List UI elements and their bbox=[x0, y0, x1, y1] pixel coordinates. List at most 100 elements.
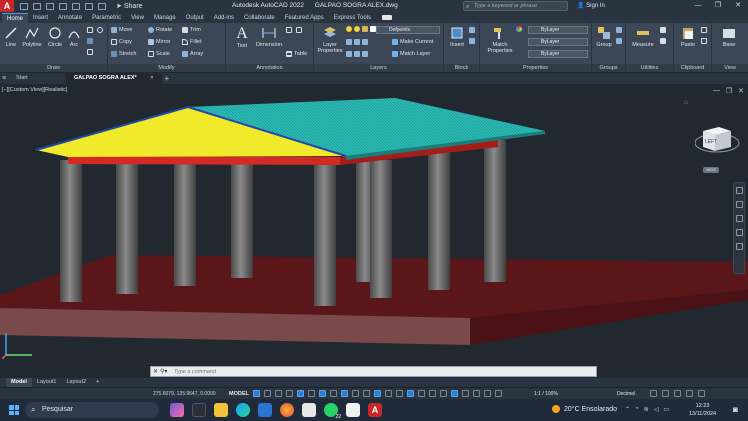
table-button[interactable]: Table bbox=[286, 51, 307, 57]
sign-in-button[interactable]: 👤 Sign In bbox=[577, 2, 605, 9]
tab-galpao-drawing[interactable]: GALPAO SOGRA ALEX* × bbox=[66, 73, 162, 84]
steering-wheel-icon[interactable] bbox=[735, 187, 743, 194]
selection-filter-icon[interactable] bbox=[407, 390, 414, 397]
save-icon[interactable] bbox=[46, 2, 54, 10]
whatsapp-icon[interactable]: 22 bbox=[324, 403, 342, 420]
rotate-button[interactable]: Rotate bbox=[148, 27, 172, 33]
store-icon[interactable] bbox=[258, 403, 272, 417]
color-dropdown[interactable]: ByLayer bbox=[528, 26, 588, 34]
open-icon[interactable] bbox=[33, 2, 41, 10]
outlook-icon[interactable] bbox=[302, 403, 316, 417]
coordinates-readout[interactable]: 275.6079, 135.9647, 0.0000 bbox=[153, 391, 216, 397]
pan-icon[interactable] bbox=[735, 201, 743, 208]
match-properties-tool[interactable]: Match Properties bbox=[484, 26, 516, 54]
plot-icon[interactable] bbox=[72, 2, 80, 10]
restore-viewport-icon[interactable]: ❐ bbox=[726, 87, 732, 95]
ortho-icon[interactable] bbox=[297, 390, 304, 397]
model-space-toggle[interactable]: MODEL bbox=[229, 391, 249, 397]
tab-featured-apps[interactable]: Featured Apps bbox=[280, 13, 329, 23]
tab-collaborate[interactable]: Collaborate bbox=[239, 13, 280, 23]
restore-icon[interactable]: ❐ bbox=[708, 0, 728, 12]
quick-properties-icon[interactable] bbox=[473, 390, 480, 397]
insert-tool[interactable]: Insert bbox=[447, 26, 467, 48]
layer-tools-row2[interactable] bbox=[346, 51, 368, 57]
new-tab-button[interactable]: + bbox=[162, 74, 173, 83]
create-block-icon[interactable] bbox=[469, 27, 475, 33]
close-viewport-icon[interactable]: ✕ bbox=[738, 87, 744, 95]
tab-home[interactable]: Home bbox=[2, 13, 29, 23]
app-icon[interactable] bbox=[346, 403, 360, 417]
layer-tools-row1[interactable] bbox=[346, 39, 368, 45]
ribbon-minimize-toggle[interactable] bbox=[382, 15, 392, 20]
customization-icon[interactable] bbox=[686, 390, 693, 397]
hardware-acceleration-icon[interactable] bbox=[662, 390, 669, 397]
file-explorer-icon[interactable] bbox=[214, 403, 228, 417]
group-tool[interactable]: Group bbox=[594, 26, 614, 48]
tab-add-ins[interactable]: Add-ins bbox=[209, 13, 239, 23]
weather-widget[interactable]: 20°C Ensolarado bbox=[552, 405, 617, 413]
tab-manage[interactable]: Manage bbox=[149, 13, 181, 23]
line-tool[interactable]: Line bbox=[2, 26, 20, 48]
units-icon[interactable] bbox=[462, 390, 469, 397]
redo-icon[interactable] bbox=[98, 2, 106, 10]
copy-button[interactable]: Copy bbox=[111, 39, 132, 45]
snap-icon[interactable] bbox=[264, 390, 271, 397]
windows-start-icon[interactable] bbox=[9, 405, 19, 415]
command-customize-icon[interactable]: ⚲▾ bbox=[160, 368, 174, 375]
file-tabs-menu-icon[interactable]: ≡ bbox=[0, 75, 8, 82]
layer-properties-tool[interactable]: Layer Properties bbox=[316, 26, 344, 54]
lineweight-dropdown[interactable]: ByLayer bbox=[528, 50, 588, 58]
layer-state-icons[interactable] bbox=[346, 26, 376, 32]
circle-tool[interactable]: Circle bbox=[46, 26, 64, 48]
close-tab-icon[interactable]: × bbox=[150, 75, 153, 81]
undo-icon[interactable] bbox=[85, 2, 93, 10]
taskbar-search[interactable]: ⌕ Pesquisar bbox=[25, 402, 159, 418]
trim-button[interactable]: Trim bbox=[182, 27, 201, 33]
cut-icon[interactable] bbox=[701, 27, 707, 33]
base-view-tool[interactable]: Base bbox=[718, 26, 740, 48]
array-button[interactable]: Array bbox=[182, 51, 203, 57]
zoom-icon[interactable] bbox=[735, 215, 743, 222]
new-icon[interactable] bbox=[20, 2, 28, 10]
tab-output[interactable]: Output bbox=[181, 13, 209, 23]
tab-annotate[interactable]: Annotate bbox=[53, 13, 87, 23]
drawing-viewport[interactable]: [−][Custom View][Realistic] — ❐ ✕ ⌂ LEFT… bbox=[0, 84, 748, 378]
draw-panel-title[interactable]: Draw bbox=[0, 64, 107, 72]
match-layer-button[interactable]: Match Layer bbox=[392, 51, 430, 57]
wifi-icon[interactable]: ≋ bbox=[644, 406, 649, 413]
minimize-viewport-icon[interactable]: — bbox=[713, 87, 720, 95]
isodraft-icon[interactable] bbox=[319, 390, 326, 397]
tab-layout2[interactable]: Layout2 bbox=[61, 378, 91, 387]
annotation-scale-dropdown[interactable]: 1:1 / 100% bbox=[534, 391, 558, 397]
transparency-icon[interactable] bbox=[363, 390, 370, 397]
autocad-taskbar-icon[interactable]: A bbox=[368, 403, 382, 417]
block-panel-title[interactable]: Block bbox=[444, 64, 479, 72]
tab-layout1[interactable]: Layout1 bbox=[32, 378, 62, 387]
tab-insert[interactable]: Insert bbox=[28, 13, 53, 23]
leader-icon[interactable] bbox=[286, 27, 292, 33]
autocad-logo[interactable]: A bbox=[0, 0, 14, 12]
rectangle-icon[interactable] bbox=[87, 27, 93, 33]
showmotion-icon[interactable] bbox=[735, 243, 743, 250]
tab-model[interactable]: Model bbox=[6, 378, 32, 387]
units-dropdown[interactable]: Decimal bbox=[617, 391, 635, 397]
view-panel-title[interactable]: View bbox=[712, 64, 748, 72]
grid-icon[interactable] bbox=[253, 390, 260, 397]
task-view-icon[interactable] bbox=[192, 403, 206, 417]
edge-icon[interactable] bbox=[236, 403, 250, 417]
viewcube[interactable]: LEFT bbox=[695, 121, 745, 161]
linetype-dropdown[interactable]: ByLayer bbox=[528, 38, 588, 46]
dynamic-input-icon[interactable] bbox=[286, 390, 293, 397]
firefox-icon[interactable] bbox=[280, 403, 294, 417]
tray-chevron-icon[interactable]: ⌃ bbox=[625, 406, 630, 413]
volume-icon[interactable]: ◁ bbox=[654, 406, 659, 413]
dynamic-ucs-icon[interactable] bbox=[396, 390, 403, 397]
paste-tool[interactable]: Paste bbox=[677, 26, 699, 48]
modify-panel-title[interactable]: Modify bbox=[108, 64, 225, 72]
save-as-icon[interactable] bbox=[59, 2, 67, 10]
3d-osnap-icon[interactable] bbox=[385, 390, 392, 397]
annotation-visibility-icon[interactable] bbox=[429, 390, 436, 397]
lock-ui-icon[interactable] bbox=[484, 390, 491, 397]
lineweight-icon[interactable] bbox=[352, 390, 359, 397]
command-input[interactable] bbox=[174, 368, 584, 375]
